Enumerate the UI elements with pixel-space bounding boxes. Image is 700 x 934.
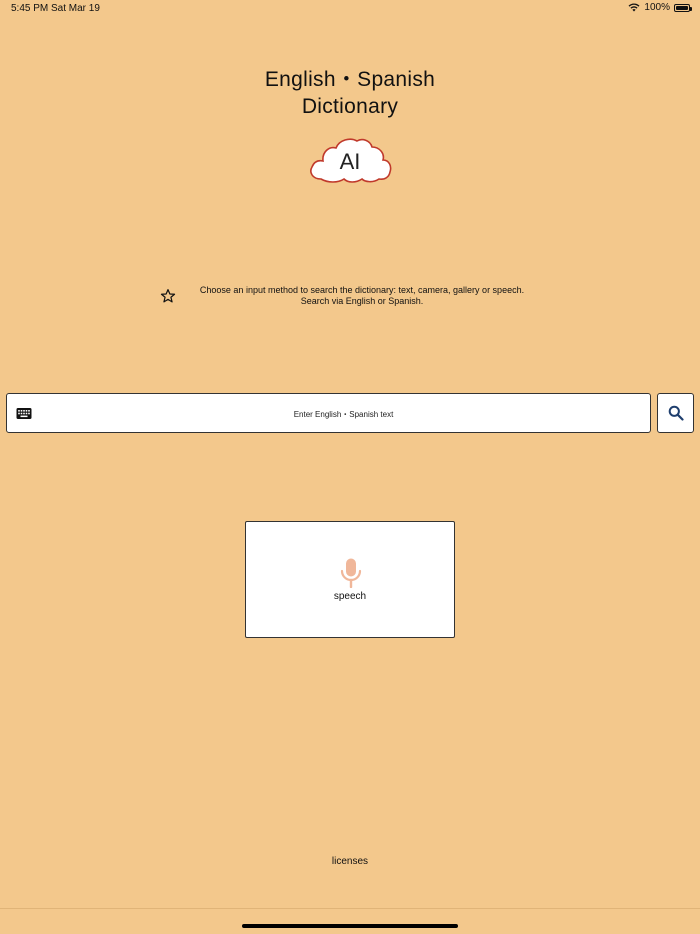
hint: Choose an input method to search the dic… — [160, 285, 540, 307]
search-button[interactable] — [657, 393, 694, 433]
speech-input-button[interactable]: speech — [245, 521, 455, 638]
battery-icon — [674, 3, 692, 12]
status-date: Sat Mar 19 — [51, 3, 100, 14]
microphone-icon — [340, 558, 362, 588]
app-title: English・Spanish Dictionary — [0, 66, 700, 120]
licenses-link[interactable]: licenses — [0, 856, 700, 867]
bottom-divider — [0, 908, 700, 909]
keyboard-icon[interactable] — [16, 407, 32, 420]
hint-text: Choose an input method to search the dic… — [184, 285, 540, 307]
ai-cloud-logo: AI — [307, 135, 393, 185]
status-time: 5:45 PM — [11, 3, 49, 14]
hint-line2: Search via English or Spanish. — [300, 296, 424, 306]
app-title-line1: English・Spanish — [264, 68, 436, 91]
battery-tip — [690, 6, 692, 11]
search-input[interactable] — [47, 394, 640, 434]
status-right: 100% — [628, 2, 692, 13]
app-title-line2: Dictionary — [301, 95, 399, 118]
hint-line1: Choose an input method to search the dic… — [199, 285, 525, 295]
star-icon — [160, 289, 176, 303]
battery-fill — [676, 5, 688, 10]
wifi-icon — [628, 3, 640, 12]
home-indicator[interactable] — [242, 924, 458, 928]
search-row — [6, 393, 694, 434]
search-icon — [668, 405, 684, 421]
logo-text: AI — [339, 149, 361, 174]
search-field[interactable] — [6, 393, 651, 434]
status-bar: 5:45 PM Sat Mar 19 100% — [0, 0, 700, 18]
battery-percent: 100% — [644, 2, 670, 13]
speech-label: speech — [333, 591, 367, 602]
